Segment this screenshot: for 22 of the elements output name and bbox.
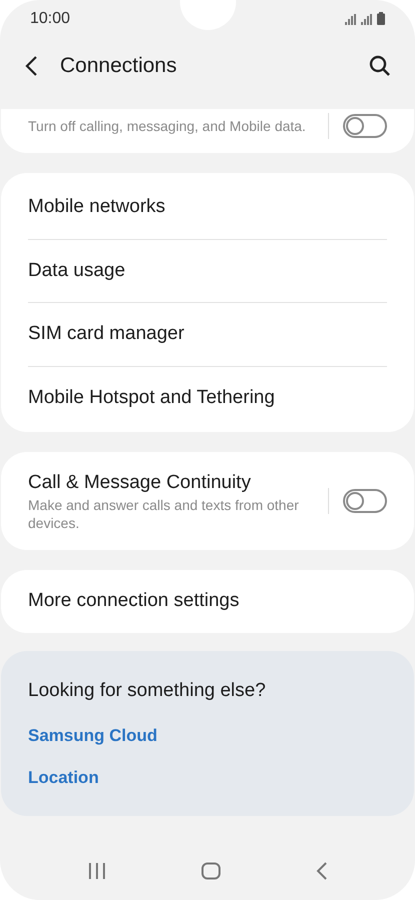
settings-item[interactable]: Mobile networks [28, 176, 387, 240]
toggle-switch[interactable] [343, 489, 387, 513]
settings-item[interactable]: More connection settings [28, 570, 387, 632]
signal-icon [345, 14, 357, 25]
signal-icon [361, 14, 373, 25]
recent-apps-icon[interactable] [88, 863, 106, 879]
page-title: Connections [60, 53, 178, 80]
suggestions-title: Looking for something else? [28, 678, 267, 702]
suggestion-link[interactable]: Samsung Cloud [28, 723, 158, 748]
search-icon[interactable] [369, 55, 391, 77]
settings-item[interactable]: Mobile Hotspot and Tethering [28, 366, 387, 429]
back-icon[interactable] [24, 55, 38, 77]
home-icon[interactable] [200, 862, 220, 880]
settings-item[interactable]: Data usage [28, 240, 387, 303]
settings-item[interactable]: SIM card manager [28, 303, 387, 366]
suggestion-link[interactable]: Location [28, 764, 99, 790]
setting-description: Turn off calling, messaging, and Mobile data. [28, 117, 307, 135]
setting-description: Make and answer calls and texts from other devices. [28, 496, 300, 532]
status-time: 10:00 [30, 8, 70, 28]
battery-icon [377, 12, 385, 25]
setting-title: Call & Message Continuity [28, 471, 252, 495]
toggle-switch[interactable] [343, 114, 387, 138]
